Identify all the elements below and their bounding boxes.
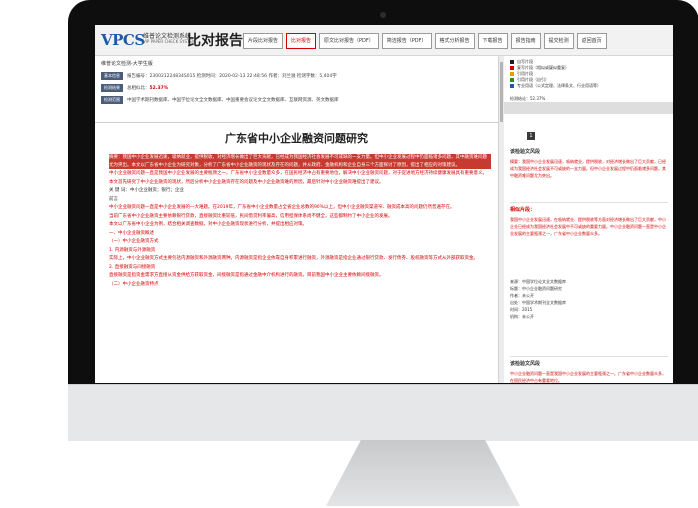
paragraph[interactable]: 实际上，中小企业融资方式主要包括内源融资和外源融资两种。内源融资是指企业依靠自身… [109, 255, 491, 263]
fragment-original-2: 该检验文风段 中小企业融资问题一直是我国中小企业发展的主要瓶颈之一。广东省中小企… [510, 360, 668, 383]
info-row-scope: 检测范围 中国学术期刊数据库、中国学位论文全文数据库、中国重要会议论文全文数据库… [101, 95, 496, 105]
separator [510, 202, 668, 203]
paragraph[interactable]: 本文以广东省中小企业为例，结合相关调查数据，对中小企业融资现状进行分析，并提出相… [109, 221, 491, 229]
section-heading: 该检验文风段 [510, 361, 541, 367]
info-row-result: 检测结果 总相似比：52.37% [101, 83, 496, 93]
scrollbar-thumb[interactable] [500, 62, 503, 122]
fragment-similar: 相似片段： 我国中小企业发展迅速，在吸纳就业、提供税收等方面对经济增长做出了巨大… [510, 206, 668, 237]
fragment-text: 摘要：我国中小企业发展迅速，吸纳就业，提供税收，对经济增长做出了巨大贡献，已经成… [510, 159, 666, 178]
page-heading: 比对报告 [187, 33, 243, 49]
legend-item: 专业用语（公式定理、法律条文、行业用语等） [510, 83, 667, 89]
side-panel: 自写片段 复写片段（相似或疑似重复） 引用片段 引用片段（自引） 专业用语（公式定理、法… [504, 56, 673, 383]
paragraph[interactable]: 中小企业融资问题一直是中小企业发展的一大难题。在2019年，广东省中小企业数量占… [109, 204, 491, 212]
paragraph[interactable]: 当前广东省中小企业融资主要依赖银行贷款，直接融资比重较低，民间借贷利率偏高，信用… [109, 213, 491, 221]
fragment-index[interactable]: 1 [527, 132, 535, 140]
tab-5[interactable]: 下载报告 [477, 33, 508, 49]
doc-line: 维普论文检测-大学生版 [101, 61, 153, 67]
separator [510, 356, 668, 357]
tab-1[interactable]: 比对报告 [286, 33, 317, 49]
paragraph[interactable]: 直接融资是指资金需求方直接从资金供给方获取资金，间接融资是指通过金融中介机构进行… [109, 272, 491, 280]
section-heading: 该检验文风段 [510, 149, 541, 155]
tab-6[interactable]: 报告指南 [510, 33, 541, 49]
source-item: 来源：中国学位论文全文数据库 [510, 279, 566, 284]
paragraph-heading: （一）中小企业融资方式 [109, 239, 159, 244]
legend-swatch [510, 60, 514, 64]
paragraph-abstract[interactable]: 摘要：我国中小企业发展迅速，吸纳就业，提供税收，对经济增长做出了巨大贡献，已经成… [109, 154, 491, 169]
legend-swatch [510, 72, 514, 76]
tab-4[interactable]: 格式分析报告 [434, 33, 475, 49]
legend-swatch [510, 84, 514, 88]
top-bar: VPCS 维普论文检测系统 VIP PAPER CHECK SYSTEM 比对报… [95, 25, 673, 56]
source-item: 出处：中国学术期刊全文数据库 [510, 300, 566, 305]
paragraph-heading: （二）中小企业融资特点 [109, 281, 159, 287]
source-item: 标题：中小企业融资问题研究 [510, 286, 562, 291]
info-key: 检测范围 [101, 96, 123, 104]
paragraph[interactable]: 本文首先研究了中小企业融资的现状，然后分析中小企业融资存在的问题及中小企业融资难… [109, 179, 491, 187]
monitor-chin [68, 384, 698, 441]
paragraph-heading: 1. 内源融资与外源融资 [109, 247, 156, 253]
camera-icon [380, 12, 386, 18]
paragraph-keywords: 关 键 词：中小企业融资；银行；企业 [109, 188, 184, 193]
source-info: 来源：中国学位论文全文数据库 标题：中小企业融资问题研究 作者：未公开出处：中国学术… [510, 278, 668, 320]
brand-logo: VPCS [101, 31, 145, 49]
fragment-text: 中小企业融资问题一直是我国中小企业发展的主要瓶颈之一。广东省中小企业数量众多，在… [510, 371, 666, 383]
fragment-text: 我国中小企业发展迅速，在吸纳就业、提供税收等方面对经济增长做出了巨大贡献，中小企… [510, 217, 666, 236]
similarity-value: 52.37% [149, 86, 169, 91]
divider [95, 122, 498, 123]
paragraph-heading: 2. 直接融资与间接融资 [109, 264, 156, 270]
info-value: 报告编号：230021224834S015 检测时间：2020-02-13 22… [127, 74, 337, 79]
report-tabs: 片段比对报告 比对报告 原文比对报告（PDF） 简洁报告（PDF） 格式分析报告 下载报告… [243, 33, 607, 49]
monitor-stand [326, 440, 520, 506]
tab-0[interactable]: 片段比对报告 [243, 33, 284, 49]
document-body: 摘要：我国中小企业发展迅速，吸纳就业，提供税收，对经济增长做出了巨大贡献，已经成… [109, 154, 491, 289]
source-item: 作者：未公开 [510, 293, 534, 298]
paragraph-heading: 一、中小企业融资概述 [109, 230, 154, 236]
info-value: 中国学术期刊数据库、中国学位论文全文数据库、中国重要会议论文全文数据库、互联网资… [127, 98, 339, 103]
legend-swatch [510, 66, 514, 70]
screen: VPCS 维普论文检测系统 VIP PAPER CHECK SYSTEM 比对报… [95, 25, 673, 383]
document-title: 广东省中小企业融资问题研究 [225, 132, 368, 145]
similarity-prefix: 总相似比： [127, 86, 150, 91]
paragraph-heading: 前言 [109, 196, 118, 202]
legend: 自写片段 复写片段（相似或疑似重复） 引用片段 引用片段（自引） 专业用语（公式定理、法… [504, 56, 673, 92]
tab-2[interactable]: 原文比对报告（PDF） [319, 33, 379, 49]
info-key: 检测结果 [101, 84, 123, 92]
paragraph[interactable]: 中小企业融资问题一直是我国中小企业发展的主要瓶颈之一。广东省中小企业数量众多，在… [109, 170, 491, 178]
tab-3[interactable]: 简洁报告（PDF） [381, 33, 432, 49]
report-panel: 维普论文检测-大学生版 基本信息 报告编号：230021224834S015 检… [95, 56, 498, 383]
section-heading: 相似片段： [510, 207, 536, 213]
side-toolbar [504, 102, 673, 114]
tab-8[interactable]: 返回首页 [576, 33, 607, 49]
legend-swatch [510, 78, 514, 82]
info-row-basic: 基本信息 报告编号：230021224834S015 检测时间：2020-02-… [101, 71, 496, 81]
source-item: 机构：未公开 [510, 314, 534, 319]
source-item: 时间：2015 [510, 307, 533, 312]
legend-label: 专业用语（公式定理、法律条文、行业用语等） [517, 83, 601, 88]
info-value: 总相似比：52.37% [127, 85, 168, 91]
report-info: 维普论文检测-大学生版 基本信息 报告编号：230021224834S015 检… [101, 60, 496, 107]
fragment-original: 该检验文风段 摘要：我国中小企业发展迅速，吸纳就业，提供税收，对经济增长做出了巨… [510, 148, 668, 179]
info-key: 基本信息 [101, 72, 123, 80]
tab-7[interactable]: 提交检测 [543, 33, 574, 49]
